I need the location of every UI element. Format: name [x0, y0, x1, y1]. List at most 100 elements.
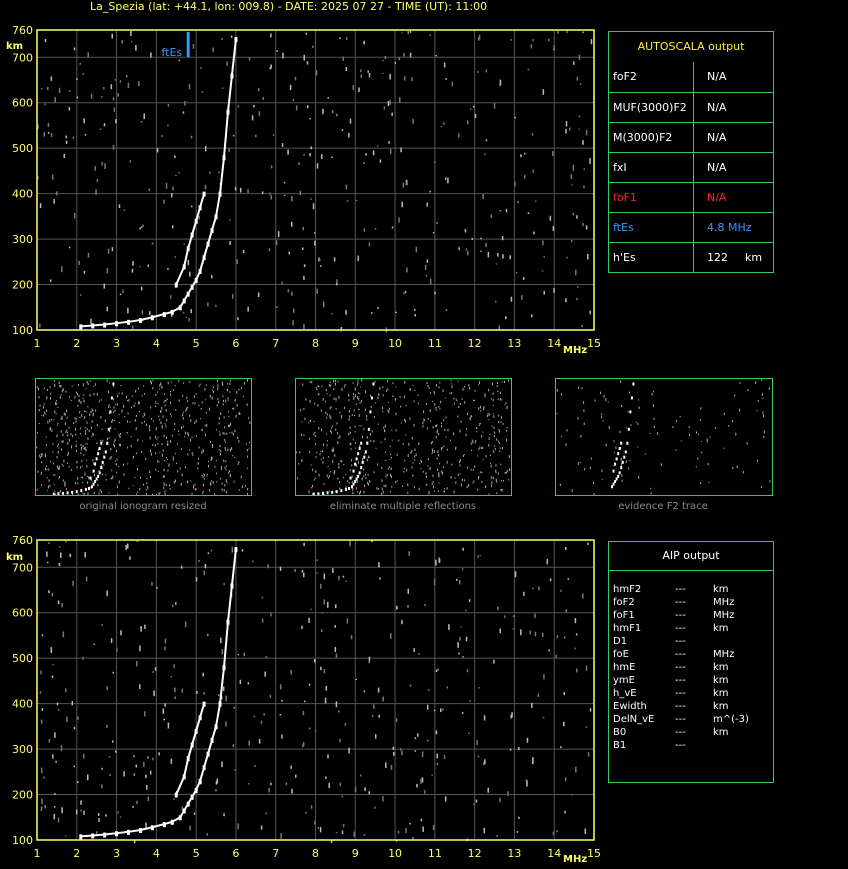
- noise-speck: [378, 562, 380, 568]
- noise-speck: [234, 186, 237, 191]
- thumbnail-speck: [42, 414, 44, 417]
- thumbnail-speck: [339, 481, 341, 483]
- thumbnail-speck: [205, 384, 207, 386]
- thumbnail-speck: [443, 487, 445, 490]
- noise-speck: [189, 271, 191, 277]
- noise-speck: [372, 150, 375, 156]
- aip-unit: m^(-3): [713, 714, 749, 725]
- noise-speck: [291, 196, 293, 202]
- trace-segment: [207, 739, 214, 754]
- thumbnail-speck: [227, 424, 229, 427]
- thumbnail-trace-point: [352, 469, 355, 473]
- thumbnail-speck: [339, 411, 341, 414]
- thumbnail-speck: [589, 466, 591, 470]
- thumbnail-speck: [409, 417, 411, 420]
- noise-speck: [56, 191, 58, 196]
- thumbnail-speck: [87, 405, 89, 408]
- noise-speck: [270, 195, 273, 200]
- noise-speck: [589, 708, 592, 712]
- thumbnail-speck: [358, 408, 360, 411]
- thumbnail-speck: [499, 391, 501, 394]
- thumbnail-speck: [506, 438, 508, 442]
- trace-segment: [215, 193, 221, 217]
- thumbnail-speck: [137, 387, 139, 390]
- thumbnail-speck: [501, 446, 503, 450]
- thumbnail-speck: [150, 381, 152, 385]
- noise-speck: [106, 686, 108, 691]
- thumbnail-speck: [675, 420, 677, 422]
- noise-speck: [232, 135, 235, 137]
- noise-speck: [39, 691, 42, 694]
- thumbnail-speck: [80, 449, 82, 451]
- noise-speck: [267, 564, 269, 569]
- noise-speck: [485, 242, 487, 248]
- thumbnail-speck: [86, 443, 88, 445]
- thumbnail-speck: [362, 435, 364, 439]
- thumbnail-speck: [630, 424, 632, 426]
- noise-speck: [72, 136, 75, 139]
- noise-speck: [257, 88, 260, 92]
- noise-speck: [433, 579, 436, 586]
- thumbnail-speck: [326, 393, 328, 395]
- thumbnail-speck: [163, 401, 165, 403]
- thumbnail-speck: [44, 412, 46, 416]
- noise-speck: [264, 671, 266, 677]
- thumbnail-speck: [412, 474, 414, 477]
- thumbnail-speck: [165, 483, 167, 487]
- thumbnail-speck: [201, 450, 203, 454]
- thumbnail-speck: [442, 447, 444, 449]
- thumbnail-speck: [335, 400, 337, 402]
- y-tick-label: 700: [12, 561, 33, 574]
- noise-speck: [118, 204, 121, 209]
- thumbnail-speck: [88, 476, 90, 480]
- noise-speck: [400, 147, 402, 153]
- thumbnail-speck: [651, 392, 653, 396]
- thumbnail-speck: [218, 417, 220, 420]
- noise-speck: [303, 154, 305, 156]
- noise-speck: [316, 572, 318, 574]
- thumbnail-speck: [332, 450, 334, 452]
- y-tick-label: 100: [12, 324, 33, 337]
- noise-speck: [575, 766, 577, 773]
- thumbnail-speck: [438, 473, 440, 476]
- thumbnail-speck: [478, 407, 480, 410]
- noise-speck: [414, 308, 416, 311]
- thumbnail-speck: [189, 449, 191, 451]
- noise-speck: [172, 225, 174, 229]
- thumbnail-speck: [146, 477, 148, 480]
- noise-speck: [101, 767, 103, 770]
- x-tick-label: 12: [468, 337, 482, 350]
- thumbnail-speck: [600, 391, 602, 395]
- thumbnail-speck: [353, 393, 355, 396]
- noise-speck: [485, 69, 488, 73]
- thumbnail-speck: [418, 442, 420, 445]
- trace-segment: [187, 234, 194, 249]
- noise-speck: [487, 787, 489, 793]
- thumbnail-speck: [91, 409, 93, 412]
- thumbnail-speck: [187, 406, 189, 409]
- thumbnail-speck: [225, 479, 227, 482]
- thumbnail-speck: [350, 459, 352, 462]
- noise-speck: [308, 617, 310, 623]
- noise-speck: [287, 149, 289, 155]
- thumbnail-speck: [59, 489, 61, 493]
- autoscala-key: foF2: [613, 70, 637, 83]
- y-tick-label: 600: [12, 97, 33, 110]
- thumbnail-speck: [757, 399, 759, 402]
- noise-speck: [279, 684, 282, 690]
- thumbnail-speck: [386, 380, 388, 383]
- thumbnail-speck: [340, 459, 342, 463]
- noise-speck: [335, 701, 338, 708]
- thumbnail-speck: [180, 483, 182, 486]
- thumbnail-speck: [491, 481, 493, 484]
- noise-speck: [127, 307, 129, 314]
- noise-speck: [49, 279, 52, 282]
- x-tick-label: 11: [428, 337, 442, 350]
- noise-speck: [346, 200, 349, 202]
- thumbnail-speck: [81, 460, 83, 463]
- thumbnail-speck: [144, 393, 146, 395]
- noise-speck: [510, 39, 512, 41]
- thumbnail-speck: [235, 414, 237, 417]
- thumbnail-speck: [86, 380, 88, 384]
- thumbnail-speck: [362, 458, 364, 461]
